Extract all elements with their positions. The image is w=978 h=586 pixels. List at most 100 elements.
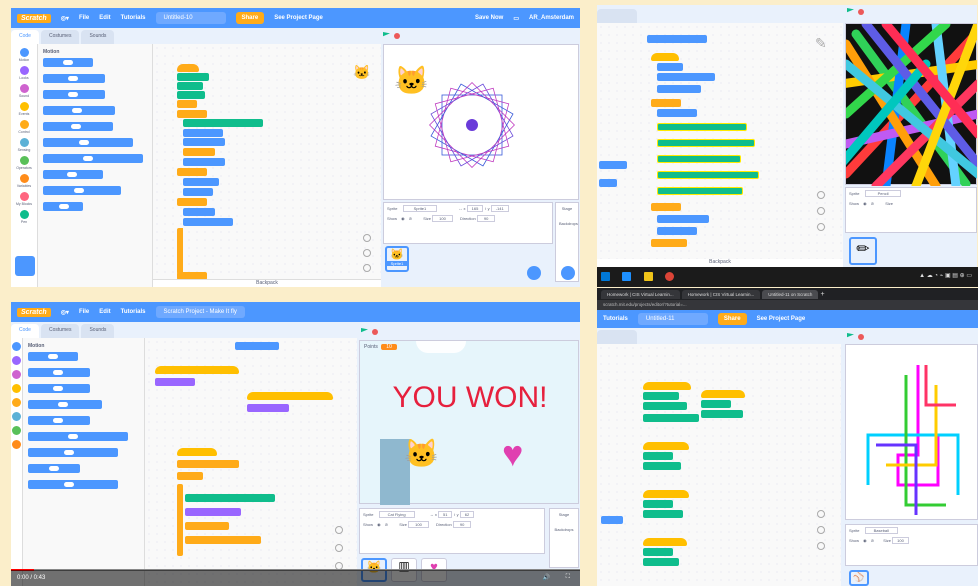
extension-button[interactable] [15, 256, 35, 276]
script-block[interactable] [657, 155, 741, 163]
choose-sprite-button[interactable] [527, 266, 541, 280]
script-block[interactable] [651, 99, 681, 107]
script-block[interactable] [183, 218, 233, 226]
zoom-reset-icon[interactable] [363, 264, 371, 272]
turn-right-block[interactable] [28, 368, 90, 377]
script-block[interactable] [701, 400, 731, 408]
script-block[interactable] [177, 198, 207, 206]
show-visible-icon[interactable]: ◉ [863, 201, 867, 206]
code-workspace[interactable] [597, 344, 841, 586]
script-block[interactable] [643, 442, 689, 450]
tab-code[interactable]: Code [11, 30, 39, 44]
category-sound[interactable]: Sound [11, 84, 37, 98]
script-block[interactable] [185, 508, 241, 516]
tab-sounds[interactable]: Sounds [81, 30, 115, 44]
project-title-input[interactable]: Scratch Project - Make It fly [155, 306, 245, 318]
category-variables[interactable]: Variables [11, 174, 37, 188]
script-block[interactable] [657, 171, 759, 179]
palette-block[interactable] [599, 179, 617, 187]
category-variables[interactable] [11, 440, 22, 450]
zoom-reset-icon[interactable] [817, 542, 825, 550]
size-input[interactable]: 100 [892, 537, 909, 544]
green-flag-icon[interactable] [361, 328, 368, 333]
script-block[interactable] [657, 187, 743, 195]
stop-icon[interactable] [858, 8, 864, 15]
script-block[interactable] [177, 448, 217, 456]
edit-menu[interactable]: Edit [99, 309, 110, 315]
glide-to-block[interactable] [28, 432, 128, 441]
script-block[interactable] [177, 100, 197, 108]
script-block[interactable] [183, 178, 219, 186]
see-project-page-button[interactable]: See Project Page [274, 15, 323, 21]
glide-to-xy-block[interactable] [28, 448, 118, 457]
tab-sounds[interactable] [597, 9, 637, 23]
category-pen[interactable]: Pen [11, 210, 37, 224]
change-x-block[interactable] [43, 202, 83, 211]
cat-flying-sprite[interactable]: 🐱 [404, 437, 439, 470]
heart-sprite[interactable]: ♥ [502, 433, 523, 475]
folder-icon[interactable]: ▭ [513, 15, 519, 22]
show-hidden-icon[interactable]: ⊘ [871, 201, 874, 206]
green-flag-icon[interactable] [847, 8, 854, 13]
stage[interactable] [836, 19, 977, 191]
script-block[interactable] [155, 378, 195, 386]
category-motion[interactable]: Motion [11, 48, 37, 62]
script-block[interactable] [643, 510, 683, 518]
volume-icon[interactable]: 🔊 [543, 574, 550, 581]
project-title-input[interactable]: Untitled-11 [637, 313, 708, 325]
sprite-name-input[interactable]: Sprite1 [402, 205, 438, 212]
palette-block[interactable] [599, 161, 627, 169]
zoom-reset-icon[interactable] [817, 223, 825, 231]
tab-costumes[interactable]: Costumes [40, 324, 80, 338]
go-to-block[interactable] [28, 400, 102, 409]
direction-input[interactable]: 90 [476, 215, 496, 222]
script-block[interactable] [185, 522, 229, 530]
y-input[interactable]: -141 [490, 205, 509, 212]
cat-sprite[interactable]: 🐱 [394, 65, 429, 96]
file-explorer-icon[interactable] [643, 272, 653, 281]
zoom-out-icon[interactable] [817, 207, 825, 215]
category-operators[interactable] [11, 426, 22, 436]
show-hidden-icon[interactable]: ⊘ [409, 216, 412, 221]
stop-icon[interactable] [372, 328, 378, 335]
script-block[interactable] [651, 239, 687, 247]
point-towards-block[interactable] [28, 480, 118, 489]
show-visible-icon[interactable]: ◉ [863, 538, 867, 543]
script-block[interactable] [247, 392, 333, 400]
direction-input[interactable]: 90 [452, 521, 472, 528]
new-tab-icon[interactable]: + [820, 291, 824, 298]
script-block[interactable] [183, 158, 225, 166]
script-block[interactable] [657, 215, 709, 223]
script-block[interactable] [183, 148, 215, 156]
script-block[interactable] [657, 123, 747, 131]
script-block[interactable] [657, 139, 755, 147]
browser-tab[interactable]: Homework | CIS Virtual Learnin... [681, 289, 761, 299]
tutorials-button[interactable]: Tutorials [121, 309, 146, 315]
share-button[interactable]: Share [717, 313, 747, 325]
x-input[interactable]: 165 [466, 205, 484, 212]
script-block[interactable] [643, 500, 673, 508]
show-visible-icon[interactable]: ◉ [401, 216, 405, 221]
script-block[interactable] [183, 129, 223, 137]
windows-start-icon[interactable] [601, 272, 610, 281]
go-to-xy-block[interactable] [28, 416, 90, 425]
script-block[interactable] [643, 548, 673, 556]
script-block[interactable] [177, 460, 239, 468]
script-block[interactable] [657, 109, 697, 117]
backpack[interactable]: Backpack [153, 279, 381, 287]
tab-code[interactable]: Code [11, 324, 39, 338]
system-tray-icons[interactable]: ▲ ☁ ◔ ⌁ ▣ ▤ ⊕ ▭ [919, 272, 972, 279]
category-looks[interactable]: Looks [11, 66, 37, 80]
category-motion[interactable] [11, 342, 22, 352]
sprite-thumbnail[interactable]: 🐱 Sprite1 [385, 246, 409, 272]
zoom-out-icon[interactable] [817, 526, 825, 534]
backpack[interactable]: Backpack [597, 259, 843, 267]
turn-left-block[interactable] [43, 90, 105, 99]
script-block[interactable] [643, 414, 699, 422]
point-towards-block[interactable] [43, 186, 121, 195]
show-visible-icon[interactable]: ◉ [377, 522, 381, 527]
script-block[interactable] [651, 53, 679, 61]
size-input[interactable]: 100 [408, 521, 429, 528]
code-workspace[interactable] [145, 338, 357, 586]
file-menu[interactable]: File [79, 15, 89, 21]
